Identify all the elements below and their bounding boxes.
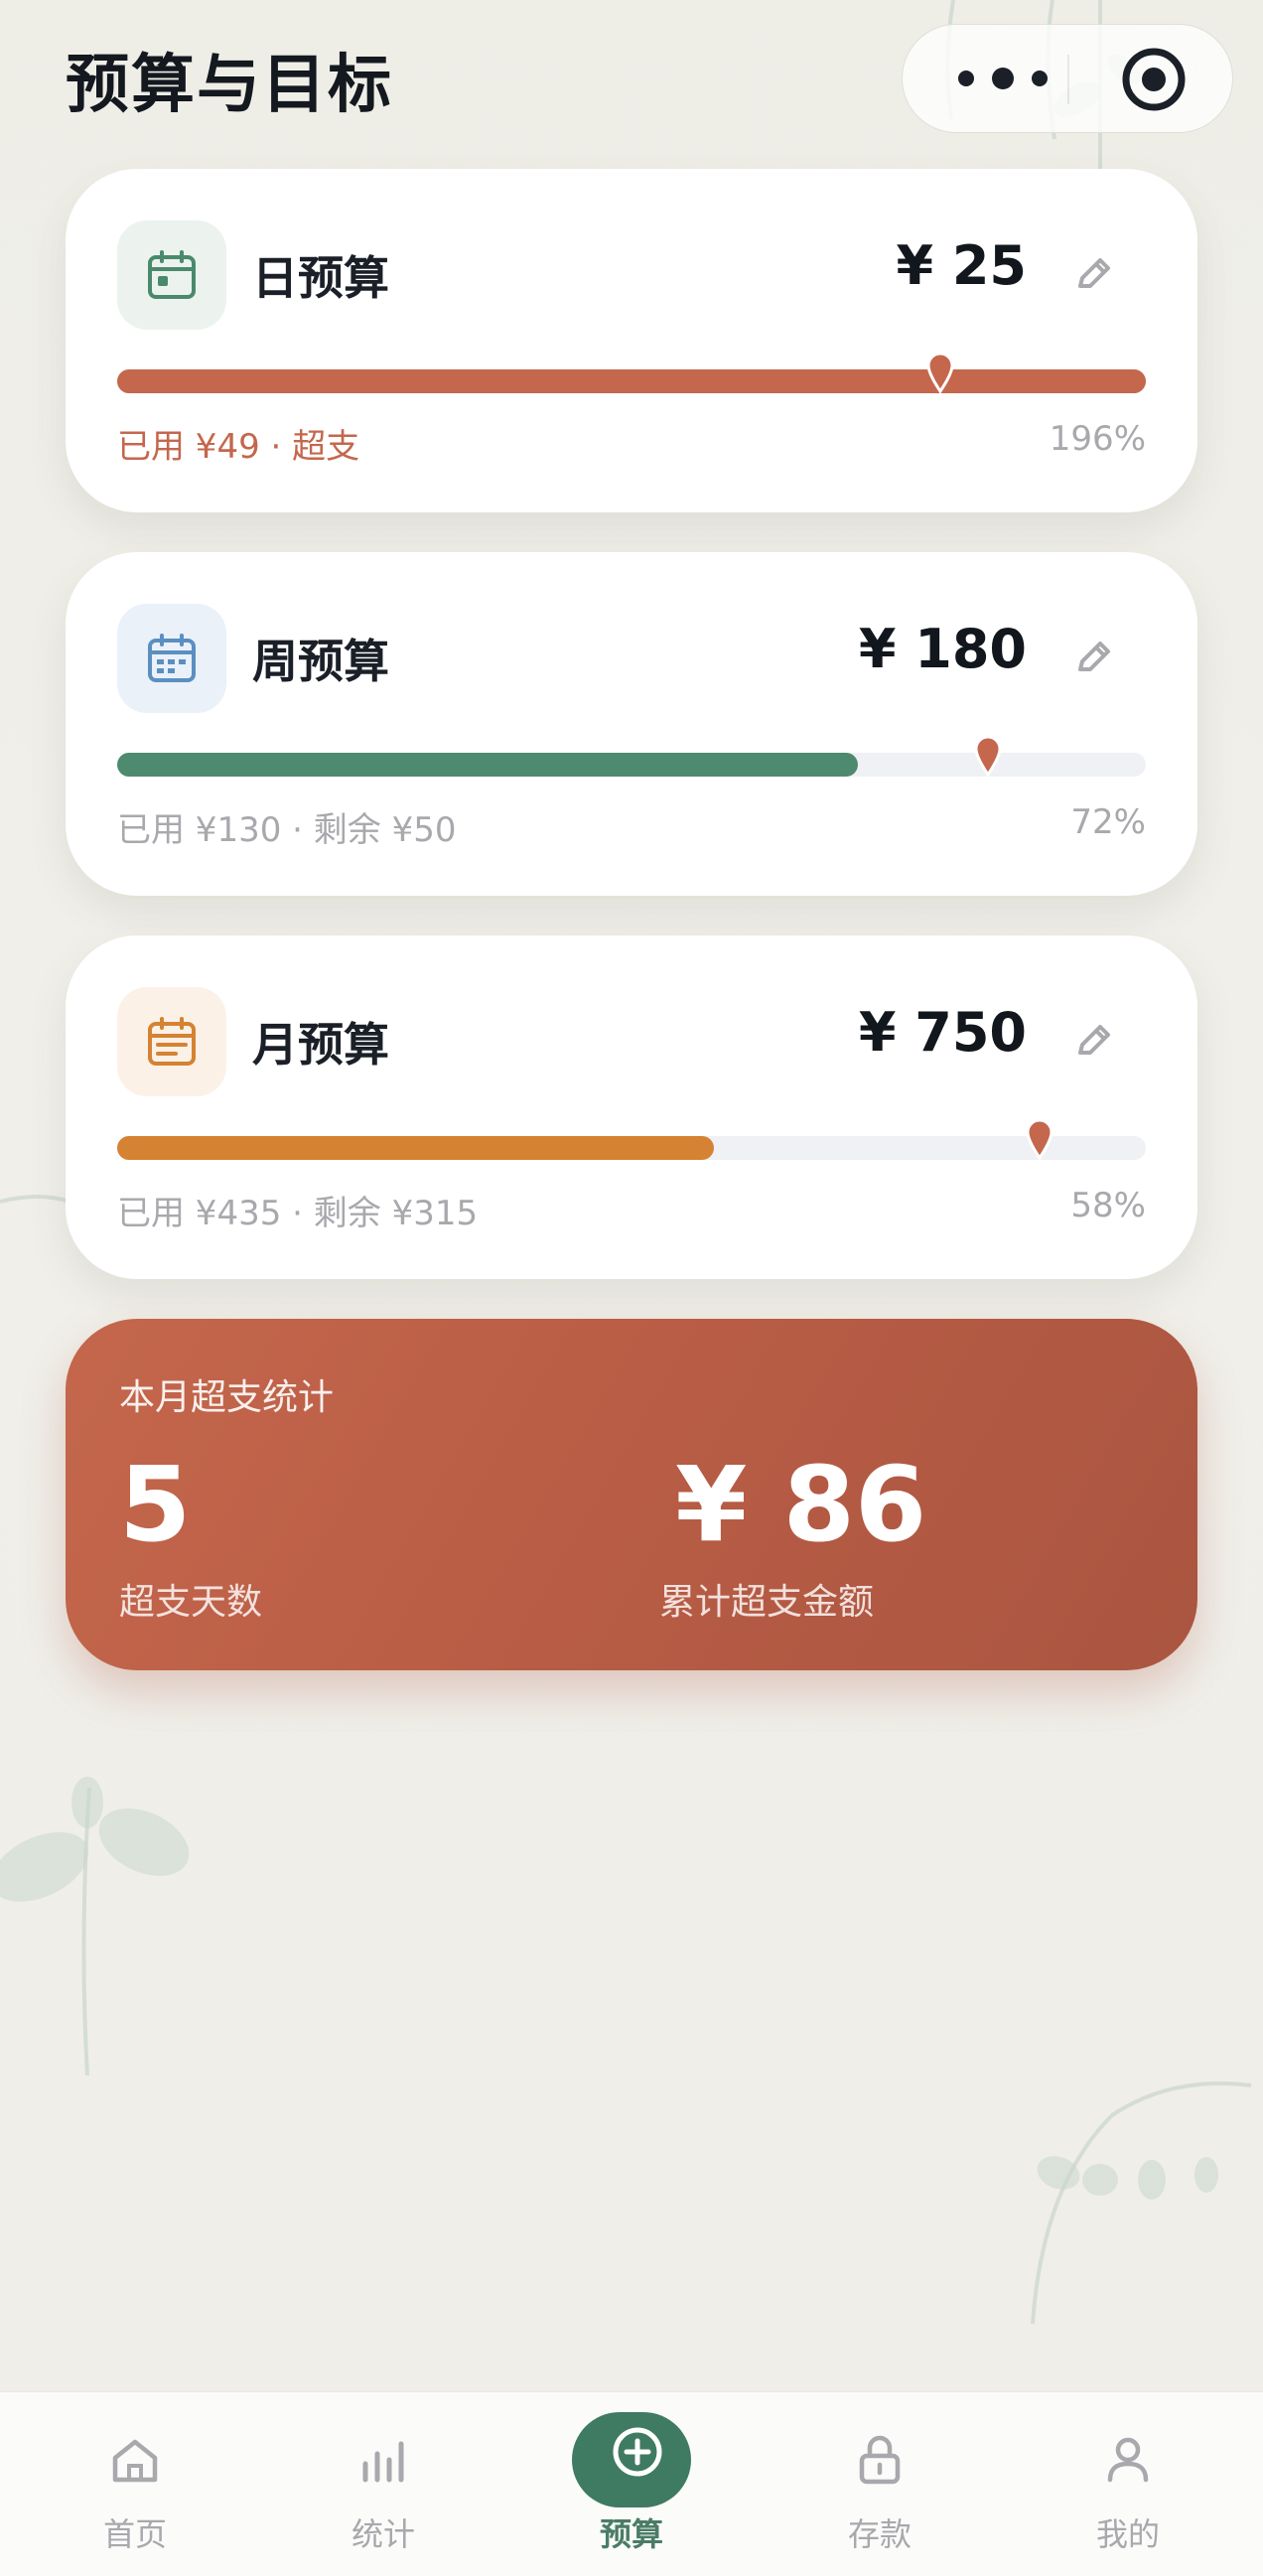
- edit-pencil-icon[interactable]: [1072, 636, 1116, 679]
- summary-title: 本月超支统计: [119, 1377, 335, 1418]
- progress-track: [117, 1118, 1146, 1160]
- tab-budget[interactable]: 预算: [558, 2392, 717, 2576]
- mini-program-capsule: [902, 24, 1233, 133]
- progress-track: [117, 735, 1146, 777]
- tab-profile[interactable]: 我的: [1049, 2392, 1207, 2576]
- progress-fill: [117, 369, 1146, 393]
- usage-percent: 196%: [1049, 419, 1146, 459]
- budget-amount: ¥ 750: [858, 1001, 1027, 1064]
- page-title: 预算与目标: [66, 49, 393, 122]
- overspend-days-value: 5: [119, 1444, 192, 1565]
- more-icon[interactable]: [948, 59, 1057, 98]
- budget-title: 周预算: [252, 635, 389, 688]
- tab-label: 首页: [102, 2515, 167, 2553]
- user-icon: [1107, 2437, 1149, 2483]
- daily-budget-card: 日预算 ¥ 25 已用 ¥49 · 超支 196%: [66, 169, 1197, 512]
- monthly-budget-card: 月预算 ¥ 750 已用 ¥435 · 剩余 ¥315 58%: [66, 935, 1197, 1279]
- edit-pencil-icon[interactable]: [1072, 252, 1116, 296]
- used-amount-text: 已用 ¥49 · 超支: [117, 427, 360, 467]
- budget-amount: ¥ 25: [896, 234, 1027, 297]
- tab-label: 统计: [351, 2515, 415, 2553]
- target-marker-icon: [926, 352, 954, 393]
- capsule-divider: [1067, 55, 1069, 104]
- usage-percent: 58%: [1070, 1186, 1146, 1225]
- lock-icon: [859, 2435, 901, 2485]
- used-amount-text: 已用 ¥130 · 剩余 ¥50: [117, 810, 457, 850]
- weekly-budget-card: 周预算 ¥ 180 已用 ¥130 · 剩余 ¥50 72%: [66, 552, 1197, 896]
- budget-title: 月预算: [252, 1018, 389, 1072]
- budget-icon-box: [117, 604, 226, 713]
- edit-pencil-icon[interactable]: [1072, 1019, 1116, 1063]
- target-marker-icon: [1026, 1118, 1053, 1160]
- tab-label: 我的: [1095, 2515, 1160, 2553]
- overspend-amount-value: ¥ 86: [675, 1444, 927, 1565]
- tab-stats[interactable]: 统计: [304, 2392, 463, 2576]
- overspend-summary-card: 本月超支统计 5 超支天数 ¥ 86 累计超支金额: [66, 1319, 1197, 1670]
- home-icon: [112, 2439, 158, 2483]
- target-marker-icon: [974, 735, 1002, 777]
- calendar-grid-icon: [148, 634, 196, 682]
- tab-label: 存款: [847, 2515, 912, 2553]
- overspend-days-label: 超支天数: [119, 1582, 263, 1623]
- tab-home[interactable]: 首页: [56, 2392, 214, 2576]
- calendar-icon: [148, 250, 196, 299]
- progress-fill: [117, 753, 858, 777]
- progress-track: [117, 352, 1146, 393]
- budget-icon-box: [117, 220, 226, 330]
- budget-amount: ¥ 180: [858, 618, 1027, 680]
- overspend-amount-label: 累计超支金额: [659, 1582, 875, 1623]
- close-target-icon[interactable]: [1119, 45, 1189, 114]
- progress-fill: [117, 1136, 714, 1160]
- tab-label: 预算: [599, 2515, 663, 2553]
- header: 预算与目标: [0, 0, 1263, 159]
- budget-title: 日预算: [252, 251, 389, 305]
- calendar-list-icon: [148, 1017, 196, 1066]
- budget-icon-box: [117, 987, 226, 1096]
- usage-percent: 72%: [1070, 802, 1146, 842]
- used-amount-text: 已用 ¥435 · 剩余 ¥315: [117, 1194, 479, 1233]
- plus-circle-icon: [613, 2427, 662, 2477]
- bottom-tab-bar: 首页 统计 预算 存款 我的: [0, 2391, 1263, 2576]
- bar-chart-icon: [362, 2441, 404, 2483]
- tab-savings[interactable]: 存款: [800, 2392, 959, 2576]
